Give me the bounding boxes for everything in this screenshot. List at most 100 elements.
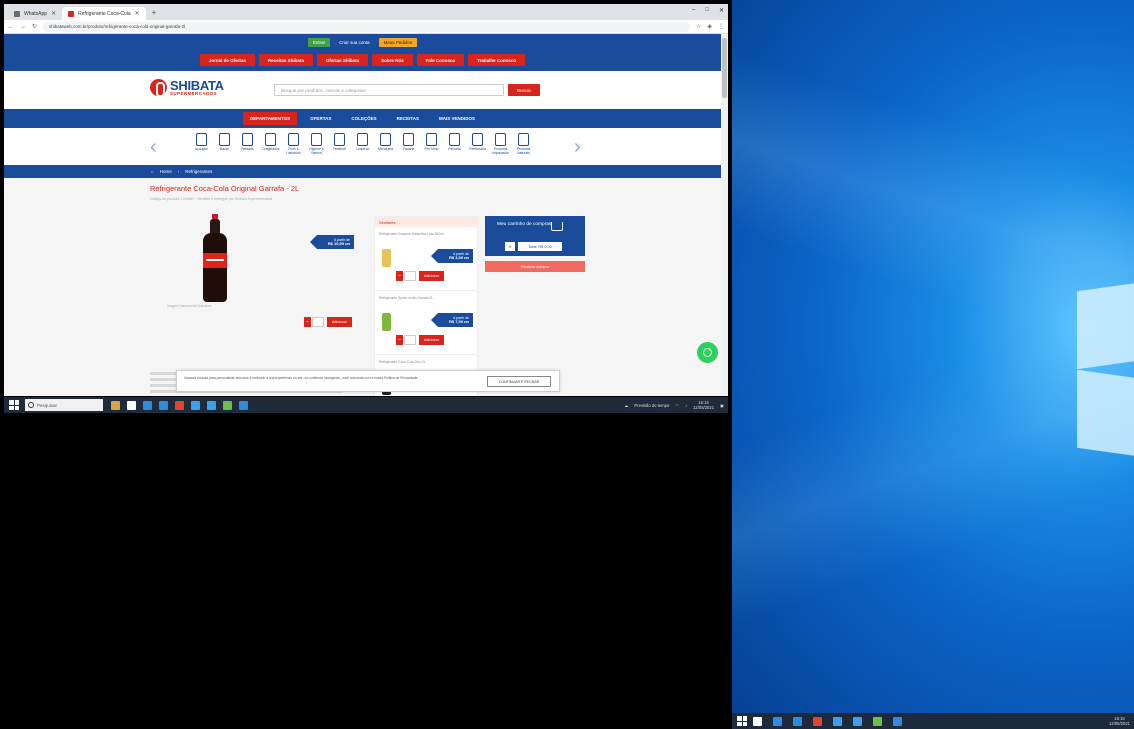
taskbar-clock[interactable]: 16:15 12/05/2021 xyxy=(693,400,714,410)
reload-icon[interactable]: ↻ xyxy=(32,23,37,30)
extensions-icon[interactable]: ◈ xyxy=(707,23,712,30)
taskbar-app-icon[interactable] xyxy=(191,400,200,410)
department-item[interactable]: Bebidas xyxy=(238,133,258,152)
windows-start-icon[interactable] xyxy=(9,400,19,410)
new-tab-button[interactable]: + xyxy=(146,8,163,17)
department-item[interactable]: Produtos Importados xyxy=(491,133,511,155)
windows-start-icon[interactable] xyxy=(737,716,747,726)
add-to-cart-button[interactable]: Adicionar xyxy=(419,271,444,281)
tab-product[interactable]: Refrigerante Coca-Cola ✕ xyxy=(62,7,146,20)
notifications-icon[interactable]: ▣ xyxy=(720,403,724,408)
taskbar-app-icon[interactable] xyxy=(223,400,232,410)
taskbar-app-icon[interactable] xyxy=(111,400,120,410)
department-item[interactable]: Açougue xyxy=(192,133,212,152)
taskbar-app-icon[interactable] xyxy=(753,716,762,726)
similar-item-name[interactable]: Refrigerante Sprite Limão Garrafa 2L xyxy=(379,296,469,300)
decrease-button[interactable]: – xyxy=(304,317,311,327)
department-item[interactable]: Peixaria xyxy=(445,133,465,152)
taskbar-app-icon[interactable] xyxy=(793,716,802,726)
taskbar-clock[interactable]: 16:15 12/05/2021 xyxy=(1109,716,1130,726)
weather-icon[interactable]: ☁ xyxy=(624,403,628,408)
nav-ofertas[interactable]: OFERTAS xyxy=(303,112,338,125)
shibata-logo[interactable]: SHIBATA SUPERMERCADOS xyxy=(150,79,224,98)
department-item[interactable]: Padaria xyxy=(399,133,419,152)
close-tab-icon[interactable]: ✕ xyxy=(51,10,56,17)
bookmark-star-icon[interactable]: ☆ xyxy=(696,23,701,30)
nav-colecoes[interactable]: COLEÇÕES xyxy=(344,112,383,125)
close-tab-icon[interactable]: ✕ xyxy=(135,10,140,17)
add-to-cart-button[interactable]: Adicionar xyxy=(419,335,444,345)
add-to-cart-button[interactable]: Adicionar xyxy=(327,317,352,327)
promo-link-jornal[interactable]: Jornal de Ofertas xyxy=(199,54,255,66)
department-item[interactable]: Perfumaria xyxy=(468,133,488,152)
promo-link-ofertas[interactable]: Ofertas Shibata xyxy=(316,54,369,66)
close-window-button[interactable]: ✕ xyxy=(719,7,724,14)
taskbar-app-icon[interactable] xyxy=(833,716,842,726)
maximize-button[interactable]: □ xyxy=(705,7,709,14)
promo-link-sobre[interactable]: Sobre Nós xyxy=(372,54,413,66)
url-field[interactable]: shibataweb.com.br/produto/refrigerante-c… xyxy=(43,21,690,32)
taskbar-app-icon[interactable] xyxy=(813,716,822,726)
login-button[interactable]: Entrar xyxy=(307,38,331,47)
department-item[interactable]: Mercearia xyxy=(376,133,396,152)
taskbar-app-icon[interactable] xyxy=(127,400,136,410)
similar-item-image[interactable] xyxy=(382,313,391,331)
create-account-link[interactable]: Criar sua conta xyxy=(334,38,375,47)
department-item[interactable]: Limpeza xyxy=(353,133,373,152)
taskbar-search-input[interactable]: Pesquisar xyxy=(25,399,103,411)
search-button[interactable]: Buscar xyxy=(508,84,540,96)
nav-mais-vendidos[interactable]: MAIS VENDIDOS xyxy=(432,112,482,125)
menu-icon[interactable]: ⋮ xyxy=(718,23,724,30)
forward-icon[interactable]: → xyxy=(20,24,26,30)
promo-link-trabalhe[interactable]: Trabalhe Conosco xyxy=(468,54,526,66)
cart-summary[interactable]: Meu carrinho de compras 0 Total: R$ 0,00 xyxy=(485,216,585,256)
taskbar-app-icon[interactable] xyxy=(853,716,862,726)
quantity-input[interactable] xyxy=(312,317,324,327)
taskbar-app-icon[interactable] xyxy=(207,400,216,410)
promo-link-contato[interactable]: Fale Conosco xyxy=(416,54,465,66)
taskbar-app-icon[interactable] xyxy=(159,400,168,410)
volume-icon[interactable]: ♪ xyxy=(685,403,687,408)
department-item[interactable]: Congelados xyxy=(261,133,281,152)
taskbar-app-icon[interactable] xyxy=(239,400,248,410)
nav-receitas[interactable]: RECEITAS xyxy=(390,112,426,125)
search-input[interactable]: Busque por produtos, marcas e categorias xyxy=(274,84,504,96)
chevron-left-icon[interactable]: ‹ xyxy=(150,136,157,159)
similar-item-name[interactable]: Refrigerante Coca-Cola Zero 2L xyxy=(379,360,469,364)
scrollbar-thumb[interactable] xyxy=(722,38,727,98)
department-item[interactable]: Higiene e Beleza xyxy=(307,133,327,155)
finalize-purchase-button[interactable]: Finalizar compra xyxy=(485,261,585,272)
decrease-button[interactable]: – xyxy=(396,271,403,281)
nav-departamentos[interactable]: DEPARTAMENTOS xyxy=(242,112,298,125)
my-orders-button[interactable]: Meus Pedidos xyxy=(378,38,418,47)
cookie-accept-button[interactable]: CONTINUAR E FECHAR xyxy=(487,376,551,387)
breadcrumb-category[interactable]: Refrigerantes xyxy=(185,169,212,174)
department-item[interactable]: Pet Shop xyxy=(422,133,442,152)
taskbar-app-icon[interactable] xyxy=(175,400,184,410)
quantity-input[interactable] xyxy=(404,335,416,345)
taskbar-app-icon[interactable] xyxy=(773,716,782,726)
tab-whatsapp[interactable]: WhatsApp ✕ xyxy=(8,7,62,20)
minimize-button[interactable]: – xyxy=(692,7,695,14)
department-item[interactable]: Hortifruti xyxy=(330,133,350,152)
similar-item-image[interactable] xyxy=(382,249,391,267)
page-scrollbar[interactable] xyxy=(721,34,728,396)
department-item[interactable]: Frios e Laticínios xyxy=(284,133,304,155)
quantity-input[interactable] xyxy=(404,271,416,281)
taskbar-app-icon[interactable] xyxy=(143,400,152,410)
department-item[interactable]: Bazar xyxy=(215,133,235,152)
whatsapp-chat-icon[interactable] xyxy=(697,342,718,363)
chevron-right-icon[interactable]: › xyxy=(574,136,581,159)
back-icon[interactable]: ← xyxy=(8,24,14,30)
network-icon[interactable]: ◠ xyxy=(675,403,679,408)
promo-link-receitas[interactable]: Receitas Shibata xyxy=(258,54,313,66)
breadcrumb-home[interactable]: Home xyxy=(160,169,172,174)
taskbar-app-icon[interactable] xyxy=(873,716,882,726)
tray-text[interactable]: Previsão do tempo xyxy=(634,403,669,408)
taskbar-app-icon[interactable] xyxy=(893,716,902,726)
product-image[interactable] xyxy=(203,214,227,302)
similar-item-name[interactable]: Refrigerante Guaraná Antarctica Lata 350… xyxy=(379,232,469,236)
home-icon[interactable]: ⌂ xyxy=(151,169,154,174)
decrease-button[interactable]: – xyxy=(396,335,403,345)
department-item[interactable]: Produtos Naturais xyxy=(514,133,534,155)
